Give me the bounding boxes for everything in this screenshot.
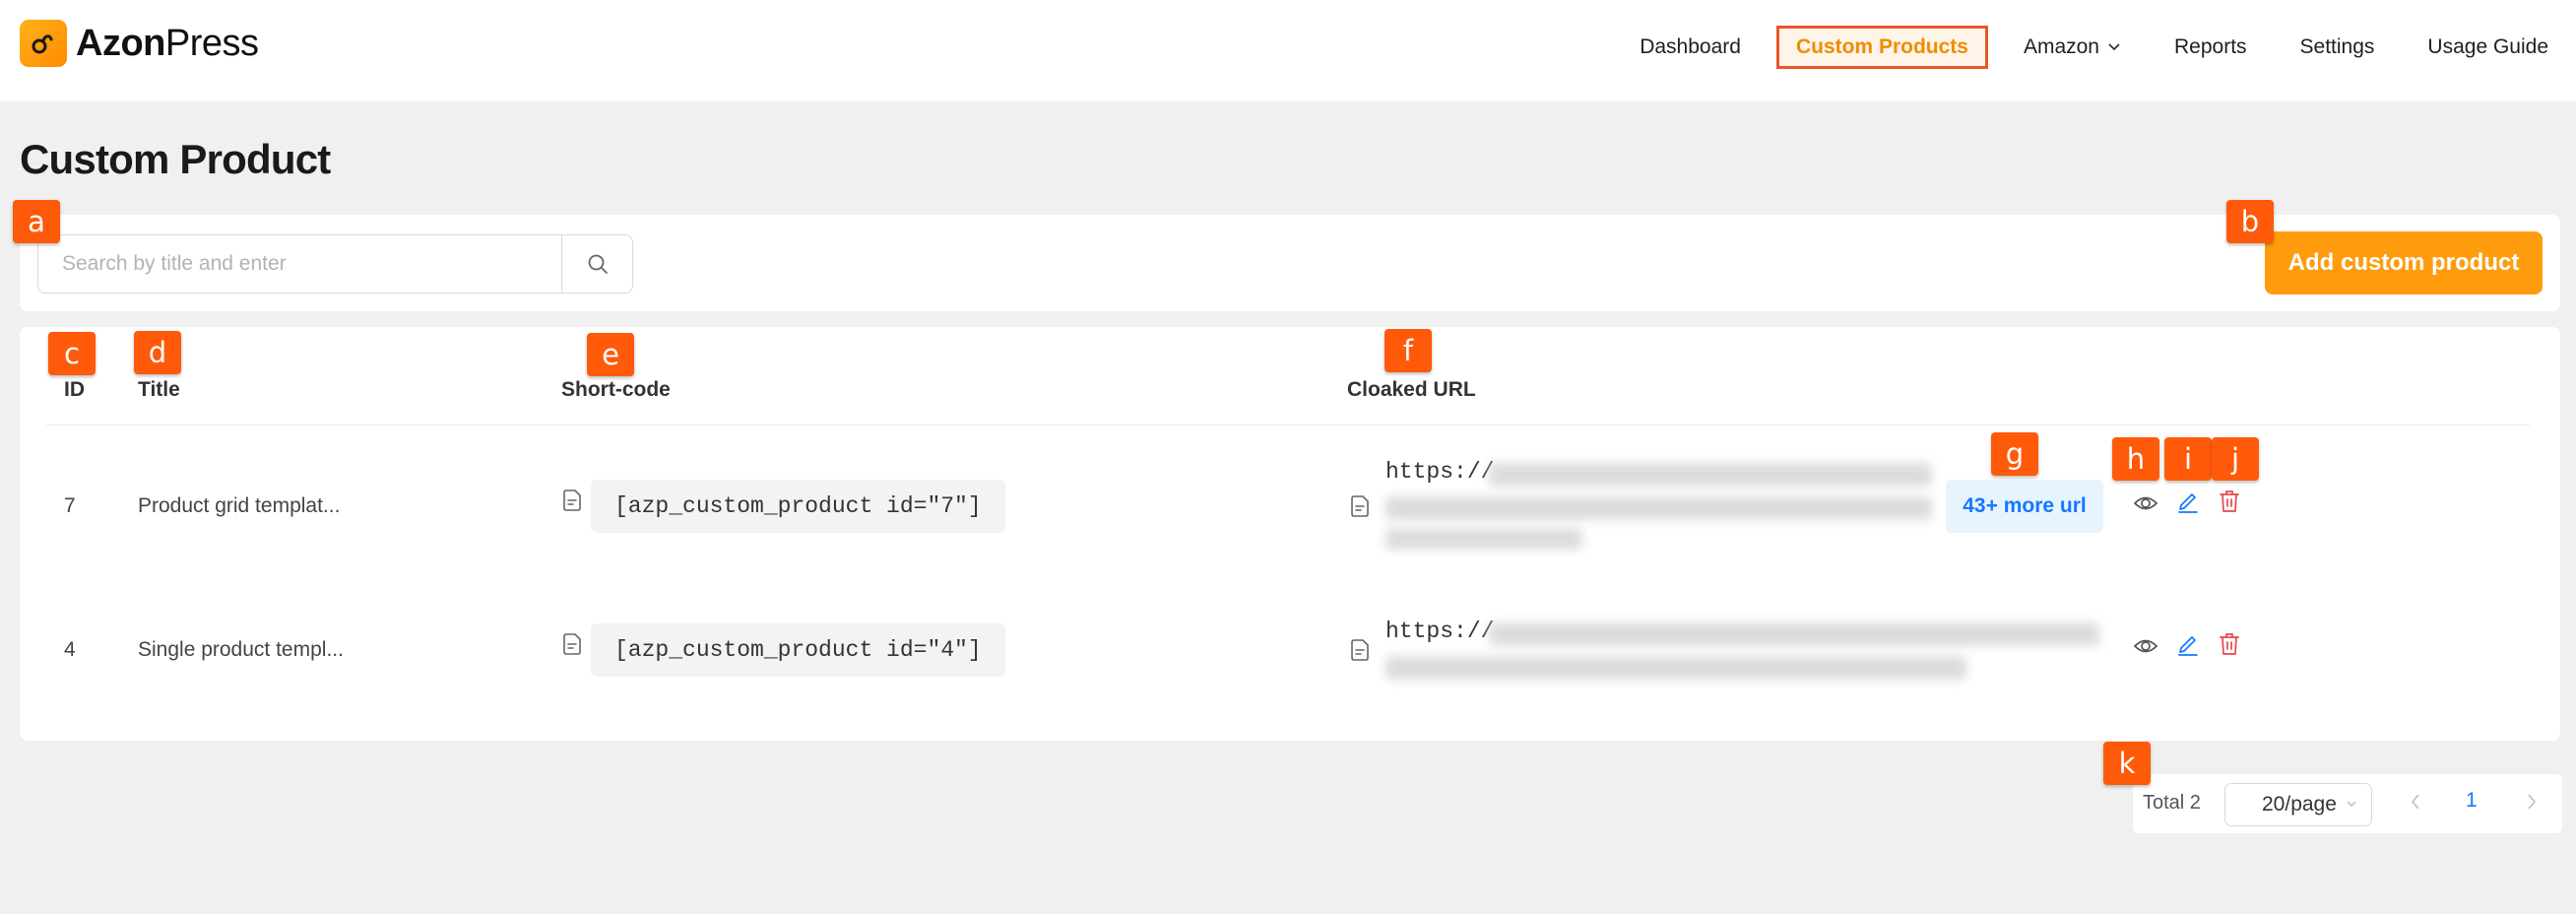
- cloaked-url-prefix[interactable]: https://: [1385, 619, 1494, 644]
- annotation-tag-f: f: [1385, 329, 1432, 372]
- eye-icon[interactable]: [2133, 635, 2158, 657]
- column-header-cloaked-url: Cloaked URL: [1347, 378, 1476, 401]
- chevron-down-icon: [2107, 42, 2121, 52]
- page-title: Custom Product: [20, 136, 331, 182]
- annotation-tag-e: e: [587, 333, 634, 376]
- shortcode-value[interactable]: [azp_custom_product id="4"]: [591, 623, 1005, 677]
- pencil-icon[interactable]: [2176, 489, 2200, 514]
- blurred-url-text: [1385, 496, 1932, 520]
- products-table: ID Title Short-code Cloaked URL 7 Produc…: [20, 327, 2560, 741]
- main-nav: Dashboard Custom Products Amazon Reports…: [1586, 26, 2548, 69]
- page-size-select[interactable]: 20/page: [2224, 783, 2372, 826]
- blurred-url-text: [1489, 463, 1932, 487]
- nav-custom-products[interactable]: Custom Products: [1775, 26, 1988, 69]
- toolbar: Add custom product: [20, 215, 2560, 311]
- pencil-icon[interactable]: [2176, 631, 2200, 657]
- document-icon[interactable]: [561, 489, 583, 512]
- annotation-tag-g: g: [1991, 432, 2038, 476]
- annotation-tag-a: a: [13, 200, 60, 243]
- add-custom-product-button[interactable]: Add custom product: [2265, 231, 2543, 294]
- annotation-tag-b: b: [2226, 200, 2274, 243]
- previous-page-button[interactable]: [2409, 792, 2422, 812]
- more-urls-button[interactable]: 43+ more url: [1946, 480, 2103, 533]
- annotation-tag-k: k: [2103, 742, 2151, 785]
- annotation-tag-h: h: [2112, 437, 2159, 481]
- page-number-current[interactable]: 1: [2466, 789, 2478, 813]
- row-title: Product grid templat...: [138, 494, 341, 517]
- shortcode-value[interactable]: [azp_custom_product id="7"]: [591, 480, 1005, 533]
- page-size-value: 20/page: [2262, 793, 2337, 816]
- document-icon[interactable]: [1349, 494, 1371, 518]
- nav-settings[interactable]: Settings: [2300, 26, 2375, 69]
- nav-usage-guide[interactable]: Usage Guide: [2427, 26, 2548, 69]
- total-count: Total 2: [2143, 792, 2201, 814]
- column-header-title: Title: [138, 378, 180, 401]
- blurred-url-text: [1489, 622, 2099, 646]
- row-title: Single product templ...: [138, 638, 344, 661]
- row-id: 4: [64, 638, 76, 661]
- annotation-tag-c: c: [48, 332, 96, 375]
- brand-logo[interactable]: AzonPress: [20, 20, 259, 67]
- search-input[interactable]: [38, 235, 562, 292]
- top-navigation-bar: AzonPress Dashboard Custom Products Amaz…: [0, 0, 2576, 101]
- nav-dashboard[interactable]: Dashboard: [1640, 26, 1741, 69]
- chevron-down-icon: [2347, 801, 2356, 808]
- nav-amazon[interactable]: Amazon: [2024, 26, 2121, 69]
- nav-reports[interactable]: Reports: [2174, 26, 2247, 69]
- annotation-tag-i: i: [2164, 437, 2212, 481]
- annotation-tag-j: j: [2212, 437, 2259, 481]
- pagination: Total 2 20/page 1: [2133, 774, 2562, 833]
- cloaked-url-prefix[interactable]: https://: [1385, 459, 1494, 485]
- blurred-url-text: [1385, 656, 1966, 680]
- blurred-url-text: [1385, 528, 1582, 550]
- row-id: 7: [64, 494, 76, 517]
- eye-icon[interactable]: [2133, 492, 2158, 514]
- azonpress-logo-icon: [20, 20, 67, 67]
- brand-name: AzonPress: [76, 22, 259, 64]
- document-icon[interactable]: [561, 632, 583, 656]
- search-icon: [588, 254, 608, 274]
- trash-icon[interactable]: [2219, 489, 2240, 514]
- annotation-tag-d: d: [134, 331, 181, 374]
- search-box: [37, 234, 633, 294]
- next-page-button[interactable]: [2525, 792, 2539, 812]
- document-icon[interactable]: [1349, 638, 1371, 662]
- column-header-shortcode: Short-code: [561, 378, 671, 401]
- column-header-id: ID: [64, 378, 85, 401]
- trash-icon[interactable]: [2219, 631, 2240, 657]
- header-divider: [46, 424, 2530, 425]
- search-button[interactable]: [561, 235, 632, 292]
